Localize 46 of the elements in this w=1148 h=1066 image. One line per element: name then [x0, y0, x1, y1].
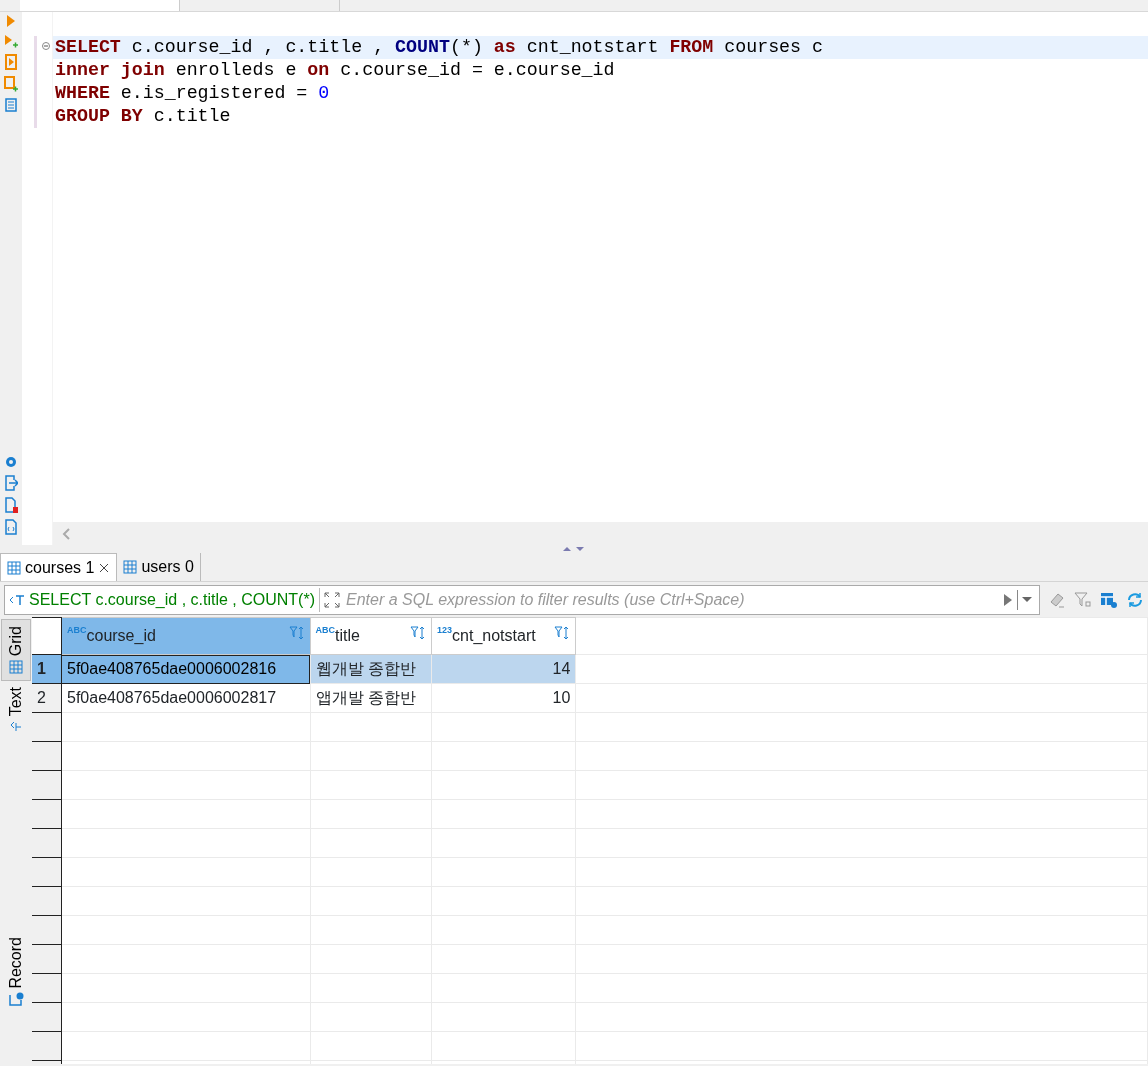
record-icon [8, 992, 24, 1007]
sash-arrows-icon[interactable] [562, 545, 586, 553]
variables-icon[interactable] [4, 519, 18, 535]
script-add-icon[interactable] [4, 76, 18, 92]
expand-icon[interactable] [324, 591, 340, 608]
document-error-icon[interactable] [4, 497, 18, 513]
result-tab[interactable]: courses 1 [0, 553, 118, 581]
refresh-icon[interactable] [1126, 590, 1144, 609]
view-tab[interactable]: Text [2, 681, 30, 741]
view-tab[interactable]: Grid [1, 619, 31, 682]
settings-icon[interactable] [4, 455, 18, 469]
table-cell[interactable]: 10 [431, 683, 576, 713]
run-icon[interactable] [6, 14, 16, 28]
run-add-icon[interactable] [4, 34, 18, 48]
filter-field[interactable]: SELECT c.course_id , c.title , COUNT(*) Enter a SQL expression to filter results (use Ctrl+Space) [4, 584, 1040, 615]
table-cell[interactable]: 5f0ae408765dae0006002816 [61, 654, 311, 684]
row-number[interactable]: 2 [32, 683, 62, 713]
eraser-icon[interactable] [1048, 591, 1066, 608]
table-cell[interactable]: 5f0ae408765dae0006002817 [61, 683, 311, 713]
query-text: SELECT c.course_id , c.title , COUNT(*) [29, 587, 320, 612]
code-line: inner join enrolleds e on c.course_id = e.course_id [54, 59, 616, 82]
view-tab[interactable]: Record [2, 930, 30, 1013]
sort-filter-icon[interactable] [288, 626, 305, 640]
export-icon[interactable] [4, 475, 18, 491]
table-icon [9, 660, 23, 675]
script-run-icon[interactable] [4, 54, 18, 70]
code-line: WHERE e.is_registered = 0 [54, 82, 331, 105]
result-tab[interactable]: users 0 [117, 553, 201, 581]
dropdown-icon[interactable] [1017, 589, 1035, 610]
table-cell[interactable]: 14 [431, 654, 576, 684]
table-icon [7, 560, 21, 575]
document-icon[interactable] [5, 98, 17, 112]
text-icon [9, 593, 25, 606]
table-icon [123, 560, 138, 574]
row-number[interactable]: 1 [32, 654, 62, 684]
table-cell[interactable]: 앱개발 종합반 [310, 683, 432, 713]
panel-settings-icon[interactable] [1100, 591, 1118, 608]
apply-filter-icon[interactable] [1003, 592, 1013, 607]
code-line: GROUP BY c.title [54, 105, 232, 128]
close-icon[interactable] [98, 561, 111, 574]
table-cell[interactable]: 웹개발 종합반 [310, 654, 432, 684]
scroll-left-icon[interactable] [61, 526, 71, 541]
filter-icon[interactable] [1074, 591, 1092, 608]
sort-filter-icon[interactable] [554, 626, 571, 640]
collapse-icon[interactable] [42, 42, 50, 50]
sort-filter-icon[interactable] [410, 626, 427, 640]
